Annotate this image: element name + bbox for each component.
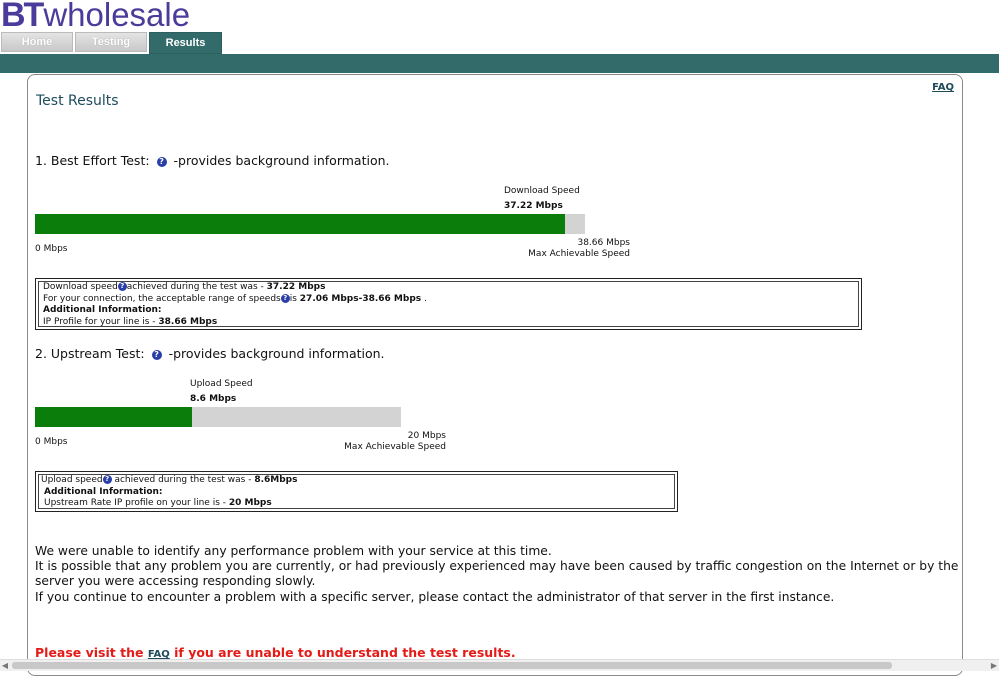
info-text: For your connection, the acceptable rang… bbox=[43, 293, 281, 304]
upload-speed-fill bbox=[35, 407, 193, 427]
question-circle-icon[interactable]: ? bbox=[102, 475, 112, 484]
question-circle-icon[interactable]: ? bbox=[151, 349, 162, 360]
upstream-heading-suffix: -provides background information. bbox=[168, 346, 385, 361]
upload-min-label: 0 Mbps bbox=[35, 437, 68, 447]
download-min-label: 0 Mbps bbox=[35, 244, 68, 254]
info-text: . bbox=[421, 293, 427, 304]
upstream-heading-label: 2. Upstream Test: bbox=[35, 346, 145, 361]
upload-speed-label: Upload Speed bbox=[190, 379, 253, 389]
upload-achieved-value: 8.6Mbps bbox=[254, 475, 298, 485]
faq-warning: Please visit the FAQ if you are unable t… bbox=[35, 645, 516, 660]
summary-line-3: If you continue to encounter a problem w… bbox=[35, 589, 835, 604]
horizontal-scrollbar[interactable]: ◀ ▶ bbox=[0, 659, 999, 671]
download-speed-fill bbox=[35, 214, 565, 234]
upload-max-label: Max Achievable Speed bbox=[344, 442, 446, 452]
summary-line-1: We were unable to identify any performan… bbox=[35, 544, 552, 558]
download-max-label: Max Achievable Speed bbox=[528, 249, 630, 259]
acceptable-range-value: 27.06 Mbps-38.66 Mbps bbox=[299, 293, 422, 304]
faq-link[interactable]: FAQ bbox=[932, 82, 954, 93]
warning-text: Please visit the bbox=[35, 645, 148, 660]
info-text: IP Profile for your line is - bbox=[43, 316, 159, 327]
question-circle-icon[interactable]: ? bbox=[117, 282, 127, 291]
header-band bbox=[0, 54, 999, 73]
tab-home[interactable]: Home bbox=[1, 32, 73, 52]
upload-max-value: 20 Mbps bbox=[407, 431, 446, 441]
ip-profile-value: 38.66 Mbps bbox=[158, 316, 218, 327]
tab-testing[interactable]: Testing bbox=[75, 32, 147, 52]
summary-line-2: It is possible that any problem you are … bbox=[35, 559, 959, 589]
scrollbar-thumb[interactable] bbox=[12, 662, 892, 669]
scroll-left-icon[interactable]: ◀ bbox=[0, 660, 10, 671]
upload-info-box: Upload speed? achieved during the test w… bbox=[35, 471, 678, 512]
download-info-box: Download speed? achieved during the test … bbox=[35, 278, 862, 330]
additional-info-heading: Additional Information: bbox=[43, 305, 162, 315]
logo-text: wholesale bbox=[43, 0, 191, 33]
summary-text: We were unable to identify any performan… bbox=[35, 544, 965, 605]
upload-speed-value: 8.6 Mbps bbox=[190, 394, 237, 404]
upstream-heading: 2. Upstream Test: ? -provides background… bbox=[35, 346, 385, 361]
download-speed-label: Download Speed bbox=[504, 186, 580, 196]
logo-bt: BT bbox=[1, 0, 44, 34]
bt-wholesale-logo: BTwholesale bbox=[1, 0, 191, 34]
page-title: Test Results bbox=[36, 93, 119, 109]
download-speed-bar bbox=[35, 214, 585, 234]
question-circle-icon[interactable]: ? bbox=[156, 156, 167, 167]
info-text: is bbox=[289, 293, 300, 304]
info-text: achieved during the test was - bbox=[111, 475, 255, 485]
tab-results[interactable]: Results bbox=[149, 32, 222, 54]
info-text: Upstream Rate IP profile on your line is… bbox=[44, 498, 229, 508]
download-max-value: 38.66 Mbps bbox=[577, 238, 630, 248]
additional-info-heading: Additional Information: bbox=[44, 486, 163, 497]
best-effort-heading-suffix: -provides background information. bbox=[173, 153, 390, 168]
download-achieved-value: 37.22 Mbps bbox=[266, 282, 326, 292]
best-effort-heading: 1. Best Effort Test: ? -provides backgro… bbox=[35, 153, 390, 168]
info-text: Upload speed bbox=[41, 475, 103, 485]
question-circle-icon[interactable]: ? bbox=[280, 293, 290, 303]
info-text: Download speed bbox=[43, 282, 118, 292]
best-effort-heading-label: 1. Best Effort Test: bbox=[35, 153, 150, 168]
scroll-right-icon[interactable]: ▶ bbox=[989, 660, 999, 671]
download-speed-value: 37.22 Mbps bbox=[504, 201, 563, 211]
upstream-profile-value: 20 Mbps bbox=[228, 498, 272, 508]
upload-speed-bar bbox=[35, 407, 401, 427]
warning-text: if you are unable to understand the test… bbox=[169, 645, 516, 660]
info-text: achieved during the test was - bbox=[126, 282, 267, 292]
